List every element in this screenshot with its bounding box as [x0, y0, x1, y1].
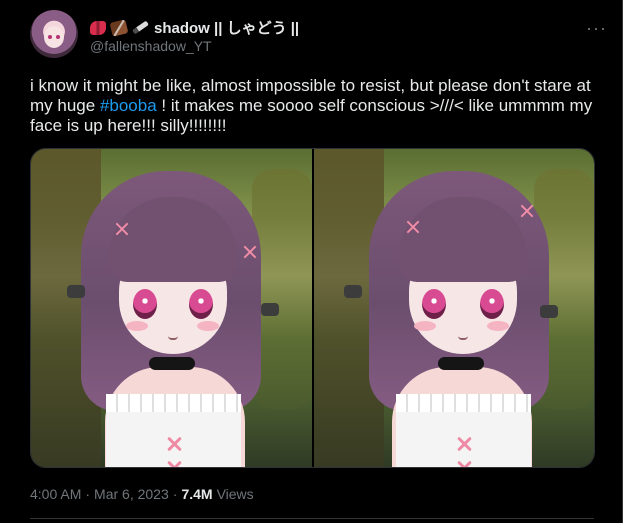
- character-mouth: [457, 336, 468, 340]
- avatar-eye-right: [56, 35, 60, 39]
- media-image-2[interactable]: [313, 149, 594, 467]
- character-blush: [126, 321, 148, 331]
- tweet-metadata: 4:00 AM · Mar 6, 2023 · 7.4M Views: [30, 486, 254, 502]
- chocolate-icon: [109, 18, 129, 37]
- hair-tie: [261, 303, 279, 316]
- hair-clip-icon: [406, 220, 420, 234]
- dress-cross-icon: [166, 460, 182, 467]
- meta-separator: ·: [85, 486, 91, 502]
- media-image-1[interactable]: [31, 149, 312, 467]
- dress-cross-icon: [456, 436, 472, 452]
- dress-cross-icon: [456, 460, 472, 467]
- character-choker: [149, 357, 195, 370]
- character-blush: [413, 321, 436, 331]
- display-name-row[interactable]: shadow || しゃどう ||: [90, 17, 299, 38]
- avatar-eye-left: [48, 35, 52, 39]
- hair-clip-icon: [520, 204, 534, 218]
- character-eye-left: [133, 289, 157, 319]
- dress-ruffle: [106, 394, 241, 412]
- hair-tie: [539, 305, 558, 318]
- character-dress: [106, 394, 241, 467]
- hair-tie: [343, 285, 362, 298]
- tweet-time[interactable]: 4:00 AM: [30, 486, 81, 502]
- media-grid: [30, 148, 595, 468]
- user-handle[interactable]: @fallenshadow_YT: [90, 38, 212, 54]
- hashtag-link[interactable]: #booba: [100, 96, 157, 115]
- knife-icon: [132, 20, 149, 35]
- tweet-date[interactable]: Mar 6, 2023: [94, 486, 169, 502]
- character-dress: [395, 394, 531, 467]
- display-name[interactable]: shadow || しゃどう ||: [154, 17, 299, 38]
- hair-clip-icon: [243, 245, 257, 259]
- character-eye-left: [421, 289, 446, 319]
- hair-clip-icon: [115, 222, 129, 236]
- avatar-face: [44, 26, 64, 48]
- character-eye-right: [479, 289, 504, 319]
- character-choker: [437, 357, 484, 370]
- meta-separator: ·: [172, 486, 178, 502]
- avatar[interactable]: [30, 10, 78, 58]
- bow-icon: [90, 20, 106, 35]
- character-eye-right: [189, 289, 213, 319]
- more-options-icon[interactable]: ···: [586, 18, 607, 39]
- divider: [30, 518, 594, 519]
- tweet-card: shadow || しゃどう || @fallenshadow_YT ··· i…: [0, 0, 623, 523]
- hair-tie: [67, 285, 85, 298]
- views-label: Views: [216, 486, 254, 502]
- character-blush: [486, 321, 509, 331]
- views-count: 7.4M: [181, 486, 213, 502]
- tweet-text: i know it might be like, almost impossib…: [30, 76, 595, 136]
- character-blush: [197, 321, 219, 331]
- dress-ruffle: [395, 394, 531, 412]
- tweet-header: shadow || しゃどう || @fallenshadow_YT ···: [30, 10, 612, 60]
- dress-cross-icon: [166, 436, 182, 452]
